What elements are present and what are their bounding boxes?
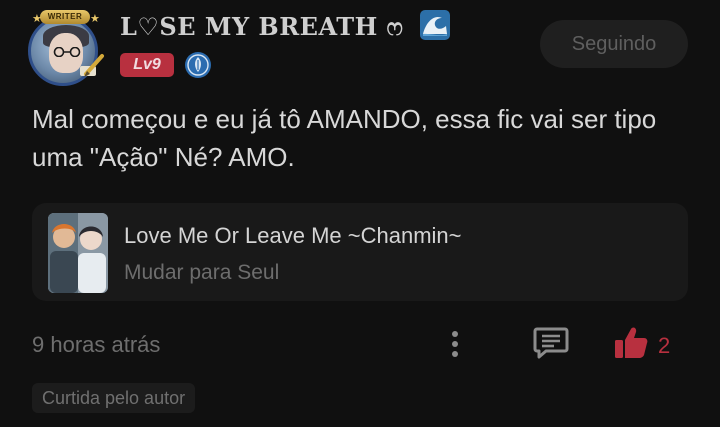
liked-by-author-badge: Curtida pelo autor	[32, 383, 196, 413]
like-count: 2	[658, 333, 671, 358]
comment-item: WRITER ★ ★ L♡SE MY BREATH ෆ Lv9 Seguindo…	[0, 0, 720, 427]
thumbs-up-icon[interactable]	[612, 324, 650, 362]
star-icon: ★	[32, 13, 42, 25]
story-card[interactable]: Love Me Or Leave Me ~Chanmin~ Mudar para…	[32, 203, 688, 301]
following-button[interactable]: Seguindo	[540, 20, 688, 68]
level-badge: Lv9	[120, 53, 174, 77]
star-icon: ★	[90, 13, 100, 25]
story-cover-art	[48, 213, 108, 293]
timestamp: 9 horas atrás	[32, 332, 161, 357]
story-chapter: Mudar para Seul	[124, 261, 280, 284]
pen-icon	[80, 54, 104, 77]
more-vertical-icon[interactable]	[444, 328, 466, 360]
wave-icon	[420, 10, 451, 40]
story-title: Love Me Or Leave Me ~Chanmin~	[124, 223, 462, 248]
username[interactable]: L♡SE MY BREATH ෆ	[120, 10, 451, 41]
shield-leaf-icon	[185, 52, 211, 78]
avatar-frame-label: WRITER	[40, 10, 90, 24]
comment-text: Mal começou e eu já tô AMANDO, essa fic …	[32, 104, 657, 172]
story-cover-image	[48, 213, 108, 293]
avatar[interactable]: WRITER ★ ★	[26, 10, 106, 86]
comment-icon[interactable]	[532, 324, 570, 362]
username-text: L♡SE MY BREATH ෆ	[120, 12, 404, 41]
